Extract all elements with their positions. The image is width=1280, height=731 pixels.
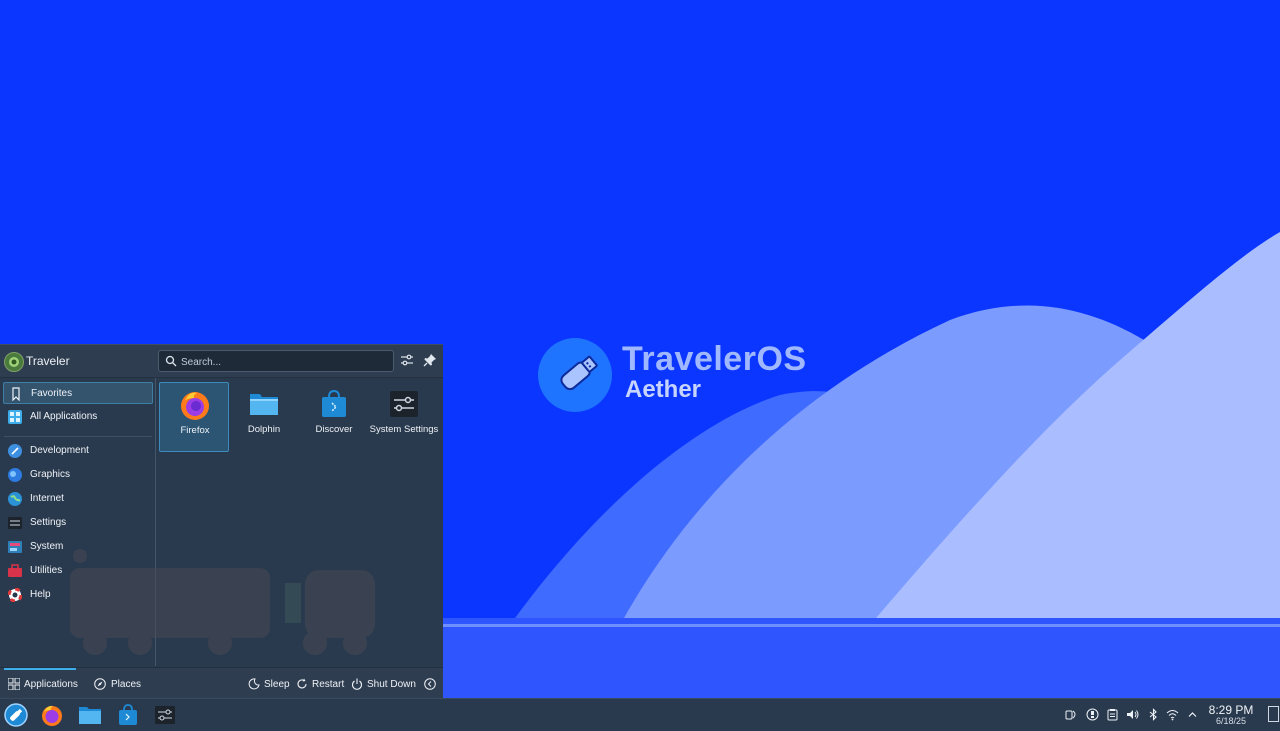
grid-icon bbox=[8, 410, 22, 424]
restart-icon bbox=[297, 678, 307, 689]
compass-icon bbox=[94, 678, 106, 690]
clipboard-icon[interactable] bbox=[1106, 708, 1119, 721]
update-icon[interactable] bbox=[1086, 708, 1099, 721]
volume-icon[interactable] bbox=[1126, 708, 1139, 721]
tab-places[interactable]: Places bbox=[90, 668, 150, 700]
shut-down-label: Shut Down bbox=[367, 679, 416, 690]
taskbar: 8:29 PM 6/18/25 bbox=[0, 698, 1280, 731]
launcher-footer: Applications Places Sleep Restart Shut D… bbox=[0, 667, 443, 700]
search-icon bbox=[165, 355, 177, 367]
restart-button[interactable]: Restart bbox=[294, 668, 346, 700]
category-help[interactable]: Help bbox=[3, 584, 153, 606]
category-all-applications[interactable]: All Applications bbox=[3, 406, 153, 428]
category-label: Graphics bbox=[30, 469, 71, 480]
category-label: All Applications bbox=[30, 411, 98, 422]
sleep-label: Sleep bbox=[264, 679, 290, 690]
app-label: System Settings bbox=[369, 424, 439, 435]
category-system[interactable]: System bbox=[3, 536, 153, 558]
category-development[interactable]: Development bbox=[3, 440, 153, 462]
category-label: Help bbox=[30, 589, 51, 600]
brand-title: TravelerOS bbox=[622, 340, 807, 378]
folder-icon bbox=[250, 394, 278, 415]
shut-down-button[interactable]: Shut Down bbox=[349, 668, 416, 700]
app-dolphin[interactable]: Dolphin bbox=[229, 382, 299, 452]
app-system-settings[interactable]: System Settings bbox=[369, 382, 439, 452]
wifi-icon[interactable] bbox=[1166, 708, 1179, 721]
leave-button[interactable] bbox=[422, 668, 438, 700]
category-label: Favorites bbox=[31, 388, 73, 399]
app-label: Firefox bbox=[180, 425, 210, 436]
clock-date[interactable]: 6/18/25 bbox=[1206, 716, 1256, 726]
system-settings-icon bbox=[390, 391, 418, 417]
category-label: Development bbox=[30, 445, 89, 456]
chevron-left-icon bbox=[424, 678, 436, 690]
application-launcher: Traveler Search... Favorites All Applica… bbox=[0, 344, 443, 700]
development-icon bbox=[8, 444, 22, 458]
grid-icon bbox=[8, 678, 20, 690]
category-label: System bbox=[30, 541, 64, 552]
clock-time[interactable]: 8:29 PM bbox=[1206, 703, 1256, 717]
category-label: Settings bbox=[30, 517, 67, 528]
usb-drive-icon bbox=[538, 338, 612, 412]
folder-icon[interactable] bbox=[78, 703, 102, 727]
show-desktop-button[interactable] bbox=[1268, 706, 1279, 722]
globe-icon bbox=[8, 492, 22, 506]
app-firefox[interactable]: Firefox bbox=[159, 382, 229, 452]
chevron-up-icon[interactable] bbox=[1186, 708, 1199, 721]
app-label: Dolphin bbox=[247, 424, 281, 435]
avatar[interactable] bbox=[4, 352, 24, 372]
graphics-icon bbox=[8, 468, 22, 482]
user-name: Traveler bbox=[26, 354, 70, 368]
pin-icon[interactable] bbox=[422, 352, 438, 368]
discover-icon bbox=[322, 389, 346, 417]
bluetooth-icon[interactable] bbox=[1147, 708, 1160, 721]
category-settings[interactable]: Settings bbox=[3, 512, 153, 534]
utilities-icon bbox=[8, 564, 22, 577]
kde-connect-icon[interactable] bbox=[1065, 708, 1078, 721]
bookmark-icon bbox=[12, 387, 20, 401]
settings-icon bbox=[8, 517, 22, 529]
brand-subtitle: Aether bbox=[625, 376, 702, 403]
divider bbox=[4, 436, 152, 437]
favorites-grid: Firefox Dolphin Discover System Settings bbox=[156, 378, 443, 666]
category-label: Utilities bbox=[30, 565, 63, 576]
app-label: Discover bbox=[315, 424, 353, 435]
start-menu-icon[interactable] bbox=[4, 703, 28, 727]
search-field[interactable] bbox=[158, 350, 394, 372]
sleep-button[interactable]: Sleep bbox=[246, 668, 290, 700]
firefox-icon bbox=[181, 392, 209, 420]
brand-logo: TravelerOS Aether bbox=[538, 338, 838, 418]
firefox-icon[interactable] bbox=[40, 703, 64, 727]
configure-icon[interactable] bbox=[399, 352, 415, 368]
restart-label: Restart bbox=[312, 679, 345, 690]
tab-label: Places bbox=[111, 679, 142, 690]
launcher-header: Traveler bbox=[0, 345, 443, 378]
category-favorites[interactable]: Favorites bbox=[3, 382, 153, 404]
category-sidebar: Favorites All Applications Development G… bbox=[0, 378, 375, 666]
category-graphics[interactable]: Graphics bbox=[3, 464, 153, 486]
tab-applications[interactable]: Applications bbox=[4, 668, 78, 700]
help-icon bbox=[8, 588, 22, 602]
category-utilities[interactable]: Utilities bbox=[3, 560, 153, 582]
system-icon bbox=[8, 541, 22, 553]
category-internet[interactable]: Internet bbox=[3, 488, 153, 510]
sleep-icon bbox=[248, 678, 260, 690]
system-settings-icon[interactable] bbox=[153, 703, 177, 727]
app-discover[interactable]: Discover bbox=[299, 382, 369, 452]
power-icon bbox=[352, 678, 362, 690]
tab-label: Applications bbox=[24, 679, 78, 690]
search-input[interactable] bbox=[179, 353, 389, 371]
discover-icon[interactable] bbox=[116, 703, 140, 727]
category-label: Internet bbox=[30, 493, 64, 504]
